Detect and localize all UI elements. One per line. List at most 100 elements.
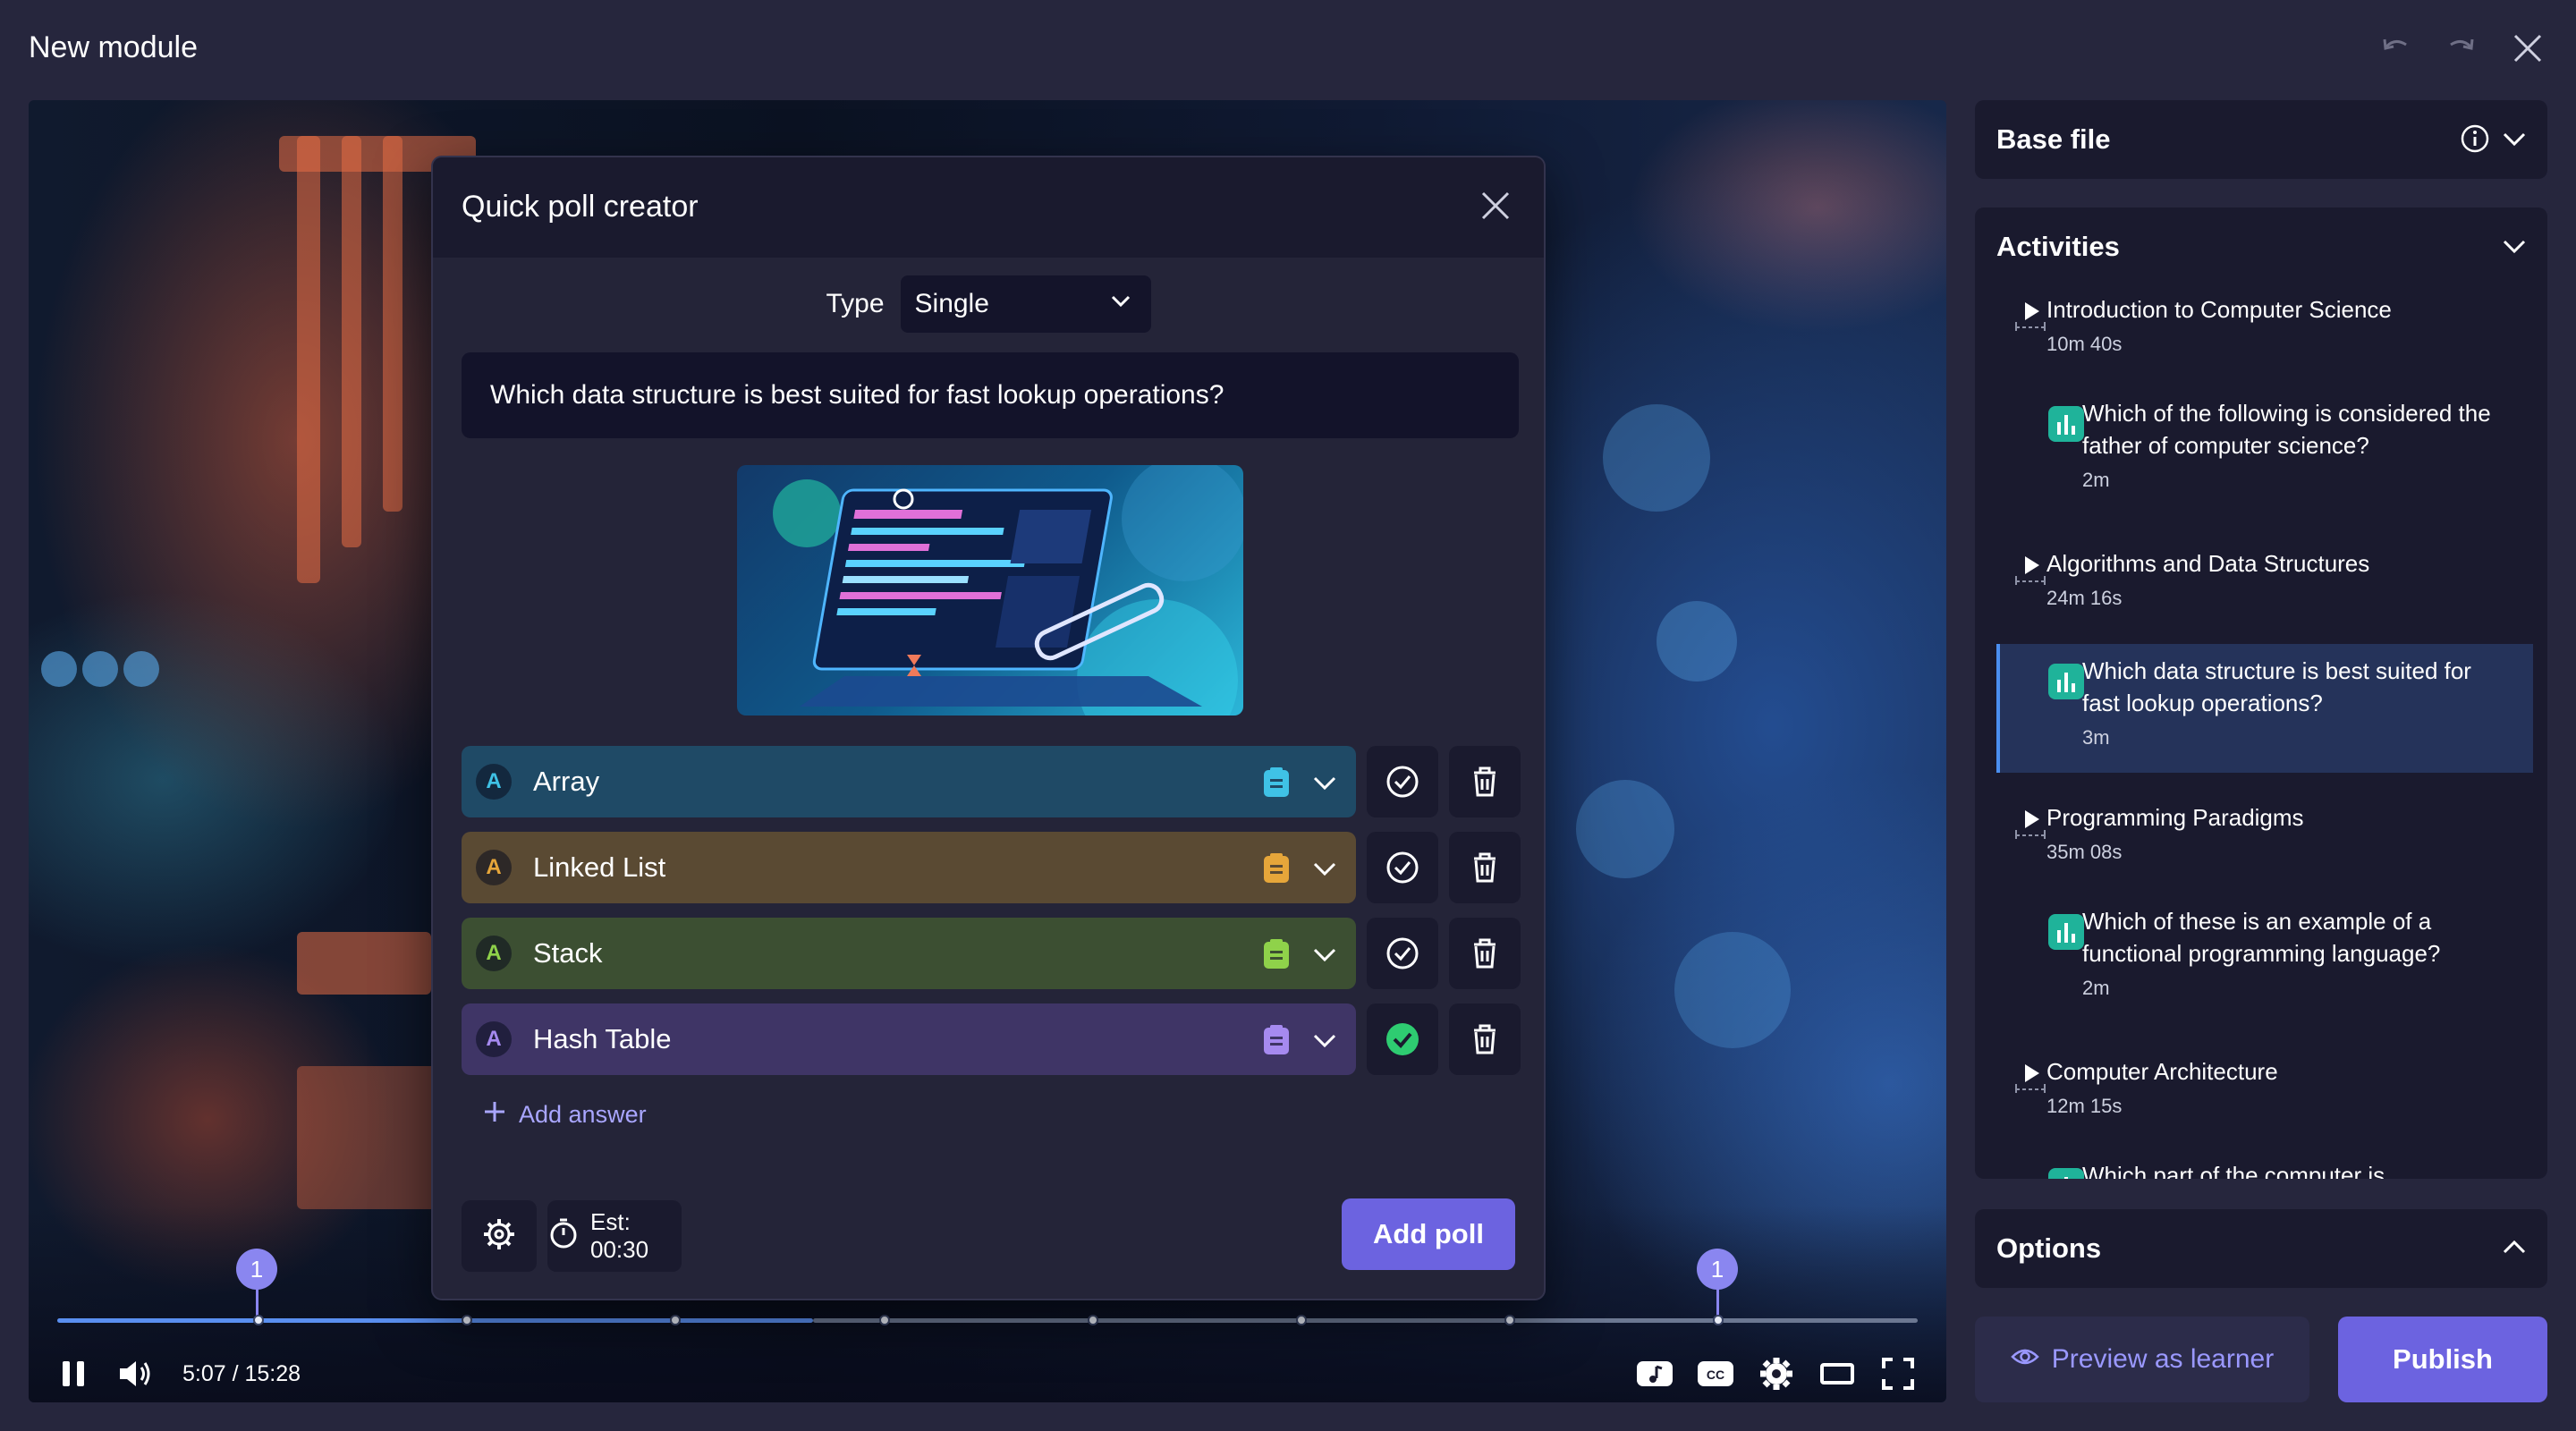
video-frame-decor	[297, 136, 320, 583]
activity-title-line2: functional programming language?	[2082, 940, 2441, 967]
redo-icon[interactable]	[2444, 30, 2479, 66]
publish-button[interactable]: Publish	[2338, 1317, 2547, 1402]
answer-row[interactable]: A Stack	[462, 918, 1356, 989]
chevron-down-icon[interactable]	[2501, 125, 2528, 157]
chevron-down-icon	[1108, 288, 1133, 320]
activity-duration: 10m 40s	[2046, 333, 2123, 355]
base-file-title: Base file	[1996, 123, 2111, 155]
estimate-time-button[interactable]: Est: 00:30	[547, 1200, 682, 1272]
preview-label: Preview as learner	[2051, 1344, 2275, 1374]
time-readout: 5:07 / 15:28	[182, 1360, 301, 1386]
activity-item[interactable]: Computer Architecture 12m 15s	[1996, 1055, 2533, 1141]
undo-icon[interactable]	[2377, 30, 2413, 66]
fullscreen-icon[interactable]	[1878, 1354, 1918, 1393]
chevron-down-icon[interactable]	[2501, 233, 2528, 264]
stopwatch-icon	[547, 1217, 580, 1256]
delete-answer-button[interactable]	[1449, 918, 1521, 989]
video-frame-decor	[1657, 601, 1737, 682]
marker-count: 1	[1697, 1249, 1738, 1290]
marker-stem	[1716, 1286, 1719, 1317]
mark-correct-button[interactable]	[1367, 918, 1438, 989]
mark-correct-button[interactable]	[1367, 746, 1438, 817]
player-controls-right: CC	[1635, 1354, 1918, 1393]
options-panel[interactable]: Options	[1975, 1209, 2547, 1288]
activity-duration: 2m	[2082, 469, 2110, 491]
delete-answer-button[interactable]	[1449, 746, 1521, 817]
video-timeline[interactable]	[57, 1315, 1918, 1325]
activity-item[interactable]: Which part of the computer is	[1996, 1159, 2533, 1179]
activity-item[interactable]: Algorithms and Data Structures 24m 16s	[1996, 547, 2533, 633]
video-frame-decor	[297, 1066, 440, 1209]
chevron-up-icon[interactable]	[2501, 1234, 2528, 1266]
mark-correct-button[interactable]	[1367, 1003, 1438, 1075]
gear-icon	[481, 1216, 517, 1257]
clipboard-icon[interactable]	[1261, 1023, 1292, 1060]
video-frame-decor	[1576, 780, 1674, 878]
close-icon[interactable]	[1474, 184, 1517, 227]
poll-chart-icon	[2048, 406, 2084, 446]
activity-item[interactable]: Programming Paradigms 35m 08s	[1996, 801, 2533, 887]
volume-icon[interactable]	[116, 1358, 154, 1390]
preview-as-learner-button[interactable]: Preview as learner	[1975, 1317, 2309, 1402]
type-select[interactable]: Single	[900, 275, 1151, 333]
timeline-node[interactable]	[879, 1315, 890, 1325]
video-frame-decor	[1603, 404, 1710, 512]
activity-duration: 2m	[2082, 977, 2110, 999]
timeline-node[interactable]	[1713, 1315, 1724, 1325]
base-file-panel[interactable]: Base file	[1975, 100, 2547, 179]
mark-correct-button[interactable]	[1367, 832, 1438, 903]
activity-title: Introduction to Computer Science	[2046, 296, 2392, 323]
chevron-down-icon[interactable]	[1311, 941, 1338, 972]
chevron-down-icon[interactable]	[1311, 855, 1338, 886]
theater-mode-icon[interactable]	[1818, 1354, 1857, 1393]
answer-label: Stack	[533, 937, 603, 969]
captions-icon[interactable]: CC	[1696, 1354, 1735, 1393]
activity-title: Which of the following is considered the	[2082, 400, 2491, 427]
add-answer-button[interactable]: Add answer	[483, 1100, 647, 1130]
activity-item[interactable]: Which of the following is considered the…	[1996, 397, 2533, 513]
timeline-node[interactable]	[1296, 1315, 1307, 1325]
close-icon[interactable]	[2510, 30, 2546, 66]
timeline-node[interactable]	[253, 1315, 264, 1325]
answer-row[interactable]: A Array	[462, 746, 1356, 817]
gear-icon[interactable]	[1757, 1354, 1796, 1393]
poll-chart-icon	[2048, 1168, 2084, 1179]
pause-icon[interactable]	[57, 1358, 89, 1390]
poll-chart-icon	[2048, 914, 2084, 954]
poll-settings-button[interactable]	[462, 1200, 537, 1272]
activities-panel: Activities Introduction to Computer Scie…	[1975, 207, 2547, 1179]
delete-answer-button[interactable]	[1449, 832, 1521, 903]
activity-duration: 3m	[2082, 726, 2110, 749]
music-icon[interactable]	[1635, 1354, 1674, 1393]
clipboard-icon[interactable]	[1261, 851, 1292, 888]
timeline-segment	[470, 1318, 672, 1323]
timeline-node[interactable]	[1504, 1315, 1515, 1325]
chevron-down-icon[interactable]	[1311, 769, 1338, 800]
eye-icon	[2011, 1344, 2039, 1375]
activity-title: Algorithms and Data Structures	[2046, 550, 2370, 577]
activity-item[interactable]: Which of these is an example of a functi…	[1996, 905, 2533, 1021]
activity-title-line2: father of computer science?	[2082, 432, 2369, 459]
modal-title: Quick poll creator	[462, 190, 699, 224]
timeline-marker[interactable]: 1	[236, 1249, 277, 1317]
poll-image[interactable]	[737, 465, 1243, 716]
info-icon[interactable]	[2460, 123, 2490, 158]
timeline-node[interactable]	[1088, 1315, 1098, 1325]
answer-row[interactable]: A Hash Table	[462, 1003, 1356, 1075]
add-poll-button[interactable]: Add poll	[1342, 1198, 1515, 1270]
clipboard-icon[interactable]	[1261, 937, 1292, 974]
activity-item[interactable]: Introduction to Computer Science 10m 40s	[1996, 293, 2533, 379]
modal-header: Quick poll creator	[433, 157, 1544, 258]
activity-item-selected[interactable]: Which data structure is best suited for …	[1996, 644, 2533, 773]
clipboard-icon[interactable]	[1261, 766, 1292, 802]
answer-row[interactable]: A Linked List	[462, 832, 1356, 903]
chevron-down-icon[interactable]	[1311, 1027, 1338, 1058]
timeline-node[interactable]	[670, 1315, 681, 1325]
timeline-segment	[813, 1318, 881, 1323]
timeline-marker[interactable]: 1	[1697, 1249, 1738, 1317]
timeline-node[interactable]	[462, 1315, 472, 1325]
video-segment-icon	[2012, 807, 2048, 847]
quick-poll-modal: Quick poll creator Type Single Which dat…	[431, 156, 1546, 1300]
delete-answer-button[interactable]	[1449, 1003, 1521, 1075]
question-input[interactable]: Which data structure is best suited for …	[462, 352, 1519, 438]
